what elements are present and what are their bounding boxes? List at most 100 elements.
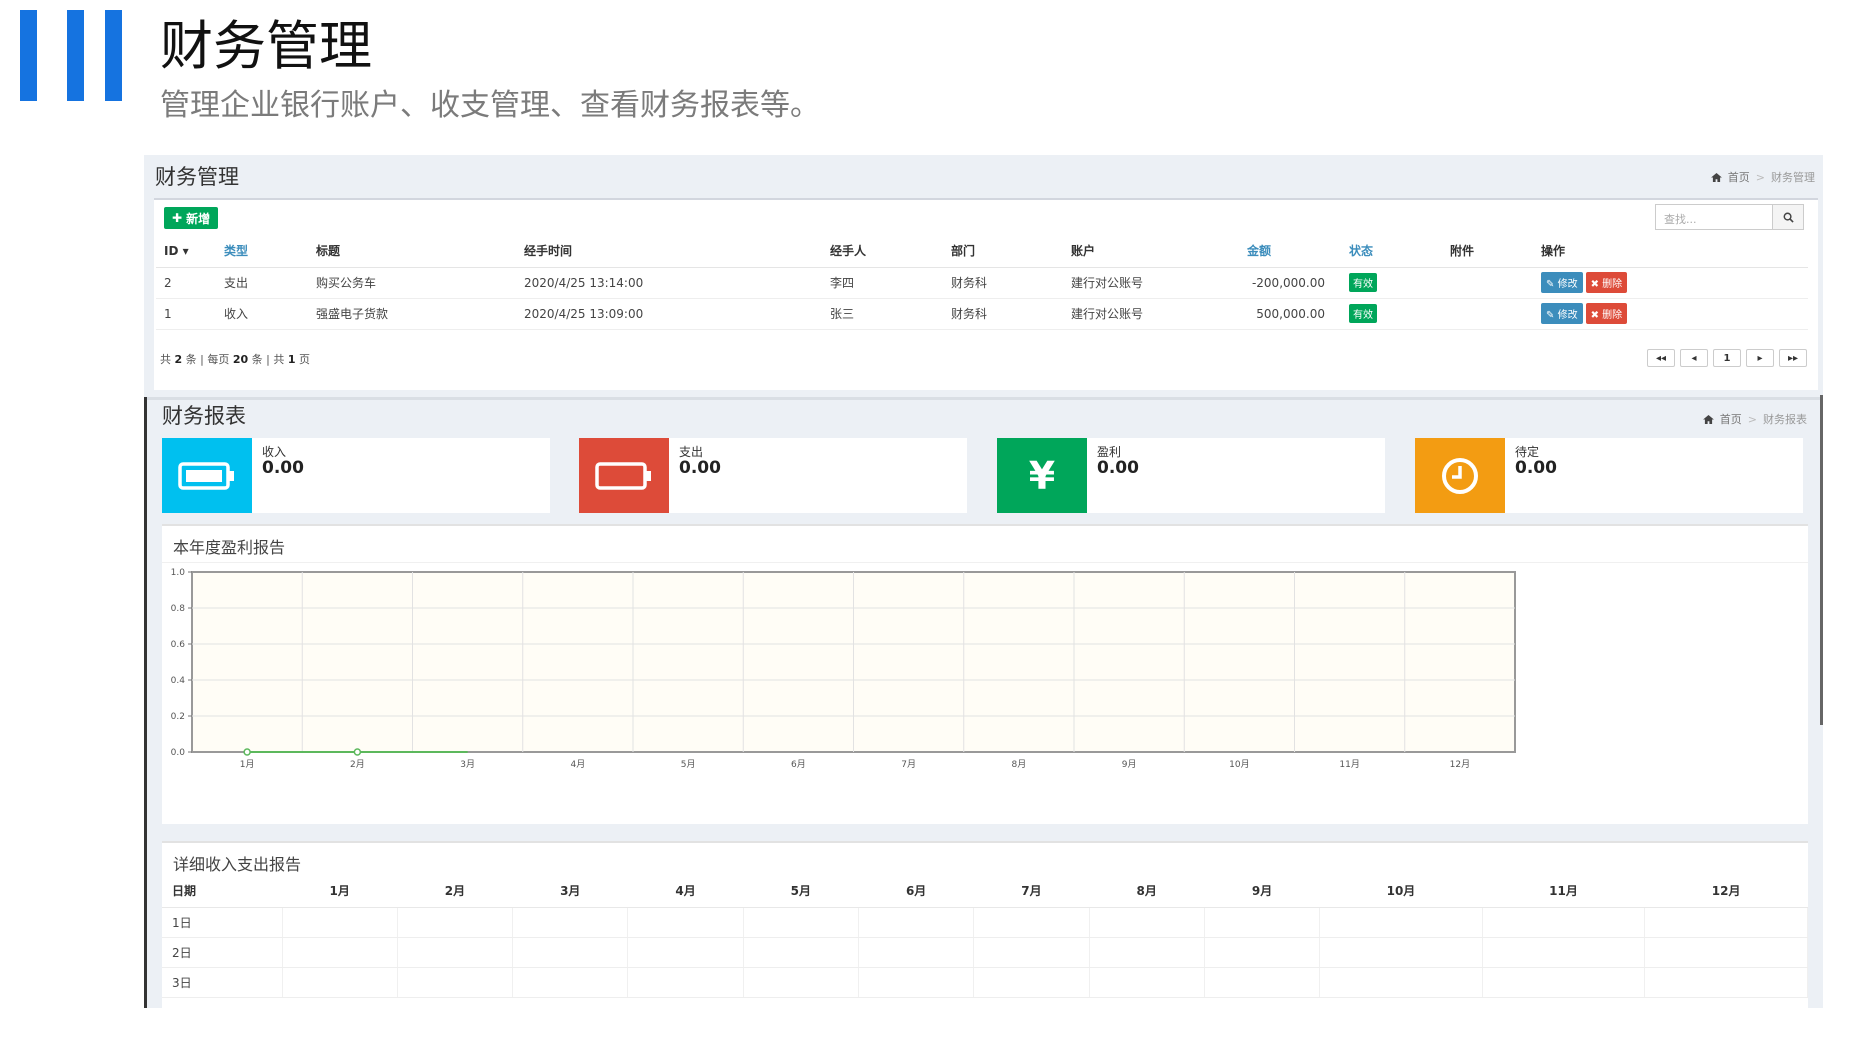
table-cell [512,907,629,938]
monthly-column-header: 6月 [858,875,974,908]
x-tick-label: 11月 [1339,759,1359,770]
finance-table: ID ▾ 类型 标题 经手时间 经手人 部门 账户 金额 状态 附件 操作 2 … [156,235,1808,330]
day-label: 3日 [162,967,283,998]
profit-line-chart: 0.0 0.2 0.4 0.6 0.8 1.0 1月 2月 3月 4月 5月 6月 7月 8月 9月 10月 1… [171,568,1516,770]
column-header-amount[interactable]: 金额 [1239,235,1341,268]
x-tick-label: 5月 [681,759,696,770]
expense-card: 支出 0.00 [579,438,967,513]
section-divider [144,397,1823,400]
monthly-column-header: 9月 [1204,875,1320,908]
search-icon [1783,212,1794,223]
table-cell [1644,967,1808,998]
clock-icon [1415,438,1505,513]
scrollbar[interactable] [1820,395,1823,725]
monthly-column-header: 10月 [1319,875,1483,908]
table-cell [1089,967,1205,998]
table-cell [1204,937,1321,968]
chart-title: 本年度盈利报告 [173,538,286,557]
table-cell [397,907,514,938]
search-button[interactable] [1772,204,1804,230]
table-cell [1089,937,1205,968]
table-cell [1319,907,1483,938]
edit-button[interactable]: ✎ 修改 [1541,303,1583,324]
table-cell [1644,907,1808,938]
income-card: 收入 0.00 [162,438,550,513]
y-tick-label: 0.6 [171,640,186,650]
app-screenshot: 财务管理 首页 > 财务管理 ✚ 新增 查找... ID ▾ 类型 标题 经手时… [144,155,1823,1008]
table-cell [858,967,975,998]
table-row: 1日 [162,907,1808,938]
day-label: 2日 [162,937,283,968]
first-page-icon[interactable]: ◂◂ [1647,349,1675,367]
sort-caret-icon: ▾ [182,243,189,258]
table-cell [743,907,859,938]
table-row: 2日 [162,937,1808,968]
report-title: 财务报表 [162,404,246,428]
table-cell [627,937,744,968]
report-breadcrumb: 首页 > 财务报表 [1702,411,1807,427]
table-cell [973,967,1090,998]
edit-icon: ✎ [1546,279,1555,290]
y-tick-label: 0.4 [171,676,186,686]
table-row: 2 支出 购买公务车 2020/4/25 13:14:00 李四 财务科 建行对… [156,267,1808,299]
add-button[interactable]: ✚ 新增 [164,207,219,229]
delete-button[interactable]: ✖ 删除 [1585,272,1628,293]
page-number[interactable]: 1 [1713,349,1741,367]
breadcrumb-home[interactable]: 首页 [1728,169,1750,185]
breadcrumb-separator: > [1747,412,1757,426]
breadcrumb-home[interactable]: 首页 [1720,411,1742,427]
monthly-column-header: 1月 [282,875,398,908]
table-cell [397,937,514,968]
monthly-detail-box: 详细收入支出报告 日期 1月 2月 3月 4月 5月 6月 7月 8月 9月 10月 11月 12月 1… [162,841,1808,1008]
column-header-handler: 经手人 [822,235,943,268]
x-tick-label: 4月 [571,759,586,770]
column-header-dept: 部门 [943,235,1063,268]
table-cell [282,967,398,998]
x-tick-label: 2月 [350,759,365,770]
deco-bar [20,10,37,101]
table-cell [858,907,975,938]
edit-button[interactable]: ✎ 修改 [1541,272,1583,293]
table-cell [858,937,975,968]
home-icon [1710,172,1722,182]
column-header-type[interactable]: 类型 [216,235,308,268]
column-header-title: 标题 [308,235,516,268]
monthly-column-header: 日期 [162,875,282,908]
y-tick-label: 0.2 [171,712,185,722]
breadcrumb-current: 财务报表 [1763,413,1807,426]
profit-chart-box: 本年度盈利报告 0.0 0.2 0.4 0.6 0.8 1.0 1月 2月 3月 4月 5月 6月 7月… [162,524,1808,824]
column-header-time: 经手时间 [516,235,822,268]
slide-title: 财务管理 [160,16,372,77]
y-tick-label: 0.0 [171,748,186,758]
monthly-column-header: 7月 [973,875,1090,908]
page-title: 财务管理 [155,165,239,189]
column-header-id[interactable]: ID ▾ [156,235,216,268]
monthly-column-header: 4月 [627,875,744,908]
column-header-account: 账户 [1063,235,1239,268]
table-cell [282,937,398,968]
monthly-table: 日期 1月 2月 3月 4月 5月 6月 7月 8月 9月 10月 11月 12月 1日 2日 3日 [162,875,1808,998]
data-point [243,748,251,756]
table-cell [627,907,744,938]
x-tick-label: 6月 [791,759,806,770]
last-page-icon[interactable]: ▸▸ [1779,349,1807,367]
table-cell [397,967,514,998]
plus-icon: ✚ [172,211,183,225]
monthly-column-header: 5月 [743,875,859,908]
x-tick-label: 9月 [1122,759,1137,770]
table-cell [627,967,744,998]
table-row: 1 收入 强盛电子货款 2020/4/25 13:09:00 张三 财务科 建行… [156,298,1808,330]
next-page-icon[interactable]: ▸ [1746,349,1774,367]
delete-button[interactable]: ✖ 删除 [1585,303,1628,324]
x-tick-label: 10月 [1229,759,1249,770]
table-cell [1482,967,1646,998]
search-input[interactable]: 查找... [1655,204,1773,230]
table-cell [1204,907,1321,938]
profit-card: ¥ 盈利 0.00 [997,438,1385,513]
monthly-column-header: 3月 [512,875,628,908]
breadcrumb: 首页 > 财务管理 [1710,169,1815,185]
prev-page-icon[interactable]: ◂ [1680,349,1708,367]
column-header-status[interactable]: 状态 [1341,235,1442,268]
data-point [353,748,362,756]
table-cell [1089,907,1205,938]
